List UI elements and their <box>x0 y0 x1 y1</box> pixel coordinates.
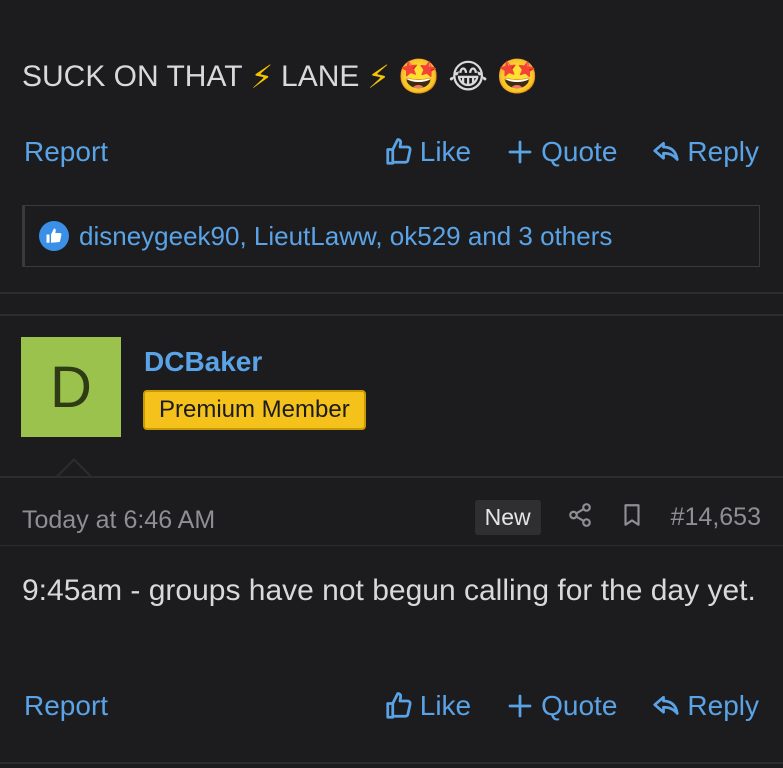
star-struck-emoji-icon: 🤩 <box>495 57 539 97</box>
new-badge: New <box>474 500 541 535</box>
username-link[interactable]: DCBaker <box>144 346 262 378</box>
bookmark-button[interactable] <box>619 502 645 533</box>
likes-summary-text: disneygeek90, LieutLaww, ok529 and 3 oth… <box>79 220 613 251</box>
message-text: SUCK ON THAT <box>22 60 243 93</box>
avatar[interactable]: D <box>21 337 121 437</box>
quote-button[interactable]: Quote <box>505 136 617 168</box>
star-struck-emoji-icon: 🤩 <box>397 57 441 97</box>
plus-icon <box>508 140 532 164</box>
post-message: SUCK ON THAT ⚡ LANE ⚡ 🤩 😂 🤩 <box>22 58 538 96</box>
lightning-icon: ⚡ <box>250 58 274 96</box>
post-actions: Report Like Quote Reply <box>0 136 783 176</box>
message-text-2: LANE <box>281 60 360 93</box>
like-label: Like <box>419 690 472 721</box>
post-number-link[interactable]: #14,653 <box>671 503 761 532</box>
like-button[interactable]: Like <box>384 136 471 168</box>
bookmark-icon <box>624 504 640 526</box>
user-rank-badge: Premium Member <box>143 390 366 430</box>
reply-icon <box>653 141 680 161</box>
share-button[interactable] <box>567 502 593 533</box>
post-timestamp[interactable]: Today at 6:46 AM <box>22 506 215 535</box>
post-divider <box>0 762 783 764</box>
reactions-summary[interactable]: disneygeek90, LieutLaww, ok529 and 3 oth… <box>22 205 760 267</box>
reply-label: Reply <box>687 690 759 721</box>
share-icon <box>568 503 591 527</box>
quote-label: Quote <box>541 136 618 167</box>
post-divider <box>0 292 783 294</box>
post-message: 9:45am - groups have not begun calling f… <box>22 574 756 607</box>
quote-label: Quote <box>541 690 618 721</box>
post-meta-bar: Today at 6:46 AM New #14,653 <box>0 476 783 546</box>
tears-of-joy-emoji-icon: 😂 <box>448 57 488 97</box>
like-button[interactable]: Like <box>384 690 471 722</box>
reply-label: Reply <box>687 136 759 167</box>
user-block-caret-inner <box>58 461 90 477</box>
post-divider <box>0 314 783 316</box>
lightning-icon: ⚡ <box>367 58 390 96</box>
thumbs-up-icon <box>386 138 412 165</box>
reply-icon <box>653 695 680 715</box>
post-actions: Report Like Quote Reply <box>0 690 783 730</box>
reply-button[interactable]: Reply <box>651 690 759 722</box>
like-reaction-icon <box>39 221 69 251</box>
quote-button[interactable]: Quote <box>505 690 617 722</box>
plus-icon <box>508 694 532 718</box>
reply-button[interactable]: Reply <box>651 136 759 168</box>
thumbs-up-icon <box>386 692 412 719</box>
report-link[interactable]: Report <box>24 136 108 168</box>
like-label: Like <box>419 136 472 167</box>
report-link[interactable]: Report <box>24 690 108 722</box>
